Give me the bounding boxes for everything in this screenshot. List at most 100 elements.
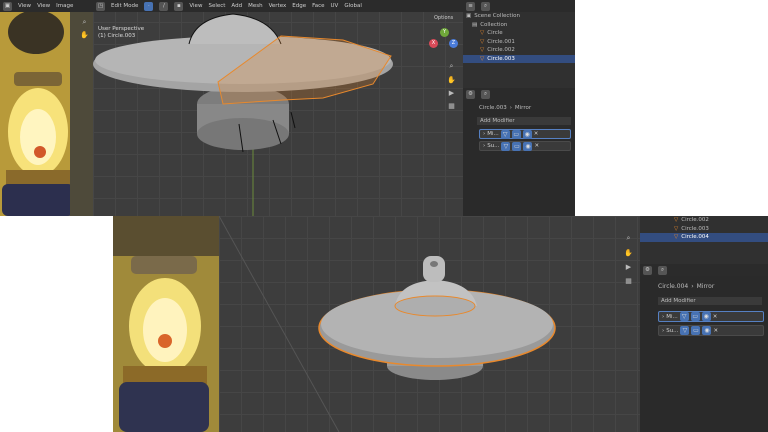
render-icon[interactable]: ◉: [522, 129, 532, 139]
menu-view[interactable]: View: [18, 3, 31, 9]
object-breadcrumb: Circle.004 › Mirror: [640, 282, 768, 291]
properties-icon[interactable]: ⚙: [466, 89, 475, 99]
edit-mode-icon[interactable]: ▽: [679, 312, 689, 321]
zoom-icon[interactable]: ⌕: [80, 18, 89, 27]
navigation-gizmo[interactable]: Y X Z: [429, 28, 459, 58]
3d-viewport[interactable]: ◳ Edit Mode · / ▪ View Select Add Mesh V…: [93, 0, 463, 216]
edit-mode-icon[interactable]: ▽: [680, 326, 690, 335]
orientation-select[interactable]: Global: [344, 3, 362, 9]
outliner-item-label: Circle: [487, 30, 503, 37]
hand-icon[interactable]: ✋: [80, 30, 89, 39]
camera-icon[interactable]: ▶: [447, 88, 456, 97]
menu-face[interactable]: Face: [312, 3, 324, 9]
search-icon[interactable]: ⌕: [658, 265, 667, 275]
editor-type-icon[interactable]: ◳: [96, 1, 105, 11]
add-modifier-button[interactable]: Add Modifier: [477, 116, 571, 125]
outliner-item[interactable]: ▽ Circle.002: [463, 46, 575, 55]
lantern-reference-image: [0, 12, 93, 216]
collection-row[interactable]: ▤ Collection: [463, 21, 575, 30]
scene-icon: ▣: [466, 13, 472, 20]
chevron-icon[interactable]: ›: [483, 143, 485, 149]
viewport-display-icon[interactable]: ▭: [690, 312, 700, 321]
outliner-item-label: Circle.002: [681, 217, 709, 224]
hand-icon[interactable]: ✋: [624, 248, 633, 257]
close-icon[interactable]: ✕: [713, 328, 718, 334]
render-icon[interactable]: ◉: [523, 141, 533, 151]
menu-add[interactable]: Add: [231, 3, 242, 9]
mesh-icon: ▽: [480, 30, 485, 37]
menu-image[interactable]: Image: [56, 3, 73, 9]
viewport-header: ◳ Edit Mode · / ▪ View Select Add Mesh V…: [93, 0, 463, 12]
scene-collection-row[interactable]: ▣ Scene Collection: [463, 12, 575, 21]
lamp-model-object: [219, 216, 556, 432]
outliner-item[interactable]: ▽ Circle.002: [640, 216, 768, 225]
properties-header: ⚙ ⌕: [640, 264, 768, 276]
vertex-select-icon[interactable]: ·: [144, 1, 154, 11]
face-select-icon[interactable]: ▪: [174, 1, 184, 11]
grid-icon[interactable]: ▦: [624, 276, 633, 285]
gizmo-x-axis[interactable]: X: [429, 39, 438, 48]
chevron-icon[interactable]: ›: [662, 314, 664, 320]
mesh-icon: ▽: [480, 55, 485, 62]
filter-icon[interactable]: ⌕: [481, 1, 490, 11]
gizmo-z-axis[interactable]: Z: [449, 39, 458, 48]
zoom-icon[interactable]: ⌕: [624, 234, 633, 243]
chevron-icon[interactable]: ›: [662, 328, 664, 334]
viewport-display-icon[interactable]: ▭: [511, 129, 521, 139]
close-icon[interactable]: ✕: [713, 314, 718, 320]
outliner-header: ≡ ⌕: [463, 0, 575, 12]
outliner-item[interactable]: ▽ Circle.001: [463, 38, 575, 47]
properties-editor: ⚙ ⌕ Circle.004 › Mirror Add Modifier › M…: [640, 264, 768, 432]
menu-select[interactable]: Select: [208, 3, 225, 9]
menu-uv[interactable]: UV: [331, 3, 339, 9]
properties-icon[interactable]: ⚙: [643, 265, 652, 275]
mesh-icon: ▽: [674, 225, 679, 232]
modifier-subdivision[interactable]: › Su... ▽ ▭ ◉ ✕: [479, 141, 571, 151]
outliner-item-selected[interactable]: ▽ Circle.003: [463, 54, 575, 63]
modifier-label: Mi...: [487, 131, 499, 137]
viewport-display-icon[interactable]: ▭: [512, 141, 522, 151]
chevron-icon[interactable]: ›: [483, 131, 485, 137]
modifier-subdivision[interactable]: › Su... ▽ ▭ ◉ ✕: [658, 325, 764, 336]
hand-icon[interactable]: ✋: [447, 75, 456, 84]
modifier-name: Mirror: [696, 282, 715, 290]
edit-mode-icon[interactable]: ▽: [501, 141, 511, 151]
collection-icon: ▤: [472, 21, 478, 28]
scene-collection-label: Scene Collection: [474, 13, 520, 20]
zoom-icon[interactable]: ⌕: [447, 62, 456, 71]
properties-editor: ⚙ ⌕ Circle.003 › Mirror Add Modifier › M…: [463, 88, 575, 216]
menu-view-2[interactable]: View: [37, 3, 50, 9]
outliner-item[interactable]: ▽ Circle: [463, 29, 575, 38]
collection-label: Collection: [480, 21, 508, 28]
outliner-item[interactable]: ▽ Circle.003: [640, 225, 768, 234]
3d-viewport[interactable]: ⌕ ✋ ▶ ▦: [219, 216, 640, 432]
gizmo-y-axis[interactable]: Y: [440, 28, 449, 37]
edge-select-icon[interactable]: /: [159, 1, 169, 11]
close-icon[interactable]: ✕: [534, 143, 539, 149]
lantern-reference-image: [113, 216, 219, 432]
viewport-display-icon[interactable]: ▭: [691, 326, 701, 335]
modifier-name: Mirror: [514, 105, 532, 112]
object-name: Circle.003: [479, 105, 507, 112]
image-editor-icon[interactable]: ▣: [3, 1, 12, 11]
search-icon[interactable]: ⌕: [481, 89, 490, 99]
reference-image-panel: ▣ View View Image ⌕ ✋: [0, 0, 93, 216]
close-icon[interactable]: ✕: [534, 131, 539, 137]
outliner-item-label: Circle.001: [487, 38, 515, 45]
modifier-mirror[interactable]: › Mi... ▽ ▭ ◉ ✕: [658, 311, 764, 322]
menu-mesh[interactable]: Mesh: [248, 3, 262, 9]
modifier-mirror[interactable]: › Mi... ▽ ▭ ◉ ✕: [479, 129, 571, 139]
grid-icon[interactable]: ▦: [447, 101, 456, 110]
render-icon[interactable]: ◉: [702, 326, 712, 335]
menu-vertex[interactable]: Vertex: [269, 3, 287, 9]
add-modifier-button[interactable]: Add Modifier: [658, 296, 762, 305]
menu-view[interactable]: View: [189, 3, 202, 9]
camera-icon[interactable]: ▶: [624, 262, 633, 271]
outliner-item-label: Circle.002: [487, 47, 515, 54]
outliner-item-selected[interactable]: ▽ Circle.004: [640, 233, 768, 242]
render-icon[interactable]: ◉: [701, 312, 711, 321]
edit-mode-icon[interactable]: ▽: [500, 129, 510, 139]
outliner-icon[interactable]: ≡: [466, 1, 475, 11]
menu-edge[interactable]: Edge: [292, 3, 306, 9]
mode-select[interactable]: Edit Mode: [111, 3, 138, 9]
